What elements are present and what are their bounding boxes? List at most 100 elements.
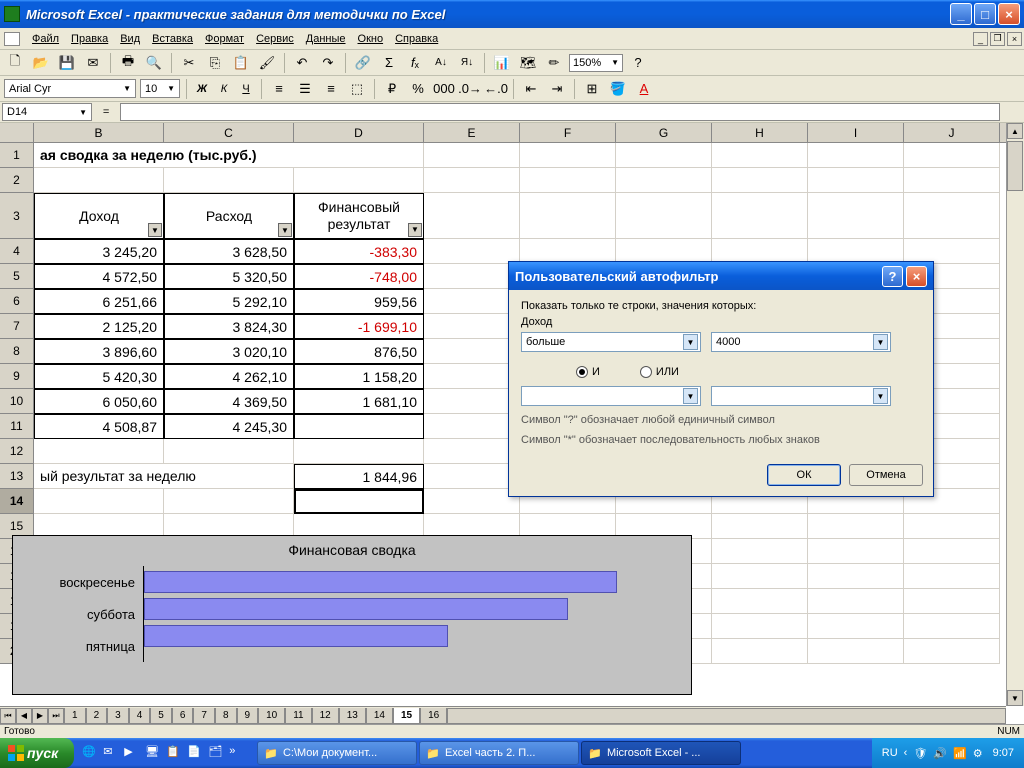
row-header-2[interactable]: 2: [0, 168, 33, 193]
cell-H2[interactable]: [712, 168, 808, 193]
cell-I17[interactable]: [808, 564, 904, 589]
filter-dropdown-D[interactable]: ▼: [408, 223, 422, 237]
cell-C2[interactable]: [164, 168, 294, 193]
chart-embed[interactable]: Финансовая сводка воскресеньесубботапятн…: [12, 535, 692, 695]
filter-dropdown-B[interactable]: ▼: [148, 223, 162, 237]
sheet-tab-13[interactable]: 13: [339, 708, 366, 724]
cell-E14[interactable]: [424, 489, 520, 514]
radio-or[interactable]: ИЛИ: [640, 366, 679, 378]
dialog-help-button[interactable]: ?: [882, 266, 903, 287]
cell-D10[interactable]: 1 681,10: [294, 389, 424, 414]
italic-button[interactable]: К: [215, 83, 233, 95]
sheet-tab-4[interactable]: 4: [129, 708, 151, 724]
cell-C9[interactable]: 4 262,10: [164, 364, 294, 389]
sort-asc-icon[interactable]: А↓: [430, 52, 452, 74]
select-all-corner[interactable]: [0, 123, 34, 142]
row-header-8[interactable]: 8: [0, 339, 33, 364]
col-header-B[interactable]: B: [34, 123, 164, 142]
mdi-close[interactable]: ×: [1007, 32, 1022, 46]
merge-icon[interactable]: ⬚: [346, 78, 368, 100]
col-header-H[interactable]: H: [712, 123, 808, 142]
cell-H1[interactable]: [712, 143, 808, 168]
zoom-combo[interactable]: 150%▼: [569, 54, 623, 72]
cell-D14[interactable]: [294, 489, 424, 514]
cell-C3[interactable]: Расход▼: [164, 193, 294, 239]
col-header-C[interactable]: C: [164, 123, 294, 142]
tab-next-icon[interactable]: ▶: [32, 708, 48, 724]
col-header-E[interactable]: E: [424, 123, 520, 142]
operator1-combo[interactable]: больше▼: [521, 332, 701, 352]
cell-B11[interactable]: 4 508,87: [34, 414, 164, 439]
cell-D13[interactable]: 1 844,96: [294, 464, 424, 489]
mdi-restore[interactable]: ❐: [990, 32, 1005, 46]
cell-F2[interactable]: [520, 168, 616, 193]
cell-C5[interactable]: 5 320,50: [164, 264, 294, 289]
col-header-G[interactable]: G: [616, 123, 712, 142]
row-header-11[interactable]: 11: [0, 414, 33, 439]
align-left-icon[interactable]: ≡: [268, 78, 290, 100]
cell-H19[interactable]: [712, 614, 808, 639]
font-combo[interactable]: Arial Cyr▼: [4, 79, 136, 98]
align-right-icon[interactable]: ≡: [320, 78, 342, 100]
col-header-F[interactable]: F: [520, 123, 616, 142]
menu-format[interactable]: Формат: [199, 31, 250, 47]
dialog-titlebar[interactable]: Пользовательский автофильтр ? ×: [509, 262, 933, 290]
tray-icon-3[interactable]: 📶: [953, 747, 967, 760]
sheet-tab-9[interactable]: 9: [237, 708, 259, 724]
cell-J15[interactable]: [904, 514, 1000, 539]
cell-C10[interactable]: 4 369,50: [164, 389, 294, 414]
close-button[interactable]: ×: [998, 3, 1020, 25]
bold-button[interactable]: Ж: [193, 83, 211, 95]
ql-app1-icon[interactable]: 📋: [166, 745, 182, 761]
sheet-tab-16[interactable]: 16: [420, 708, 447, 724]
cell-C4[interactable]: 3 628,50: [164, 239, 294, 264]
cell-B9[interactable]: 5 420,30: [34, 364, 164, 389]
value2-combo[interactable]: ▼: [711, 386, 891, 406]
cell-H16[interactable]: [712, 539, 808, 564]
cell-H3[interactable]: [712, 193, 808, 239]
menu-file[interactable]: Файл: [26, 31, 65, 47]
cell-I18[interactable]: [808, 589, 904, 614]
name-box[interactable]: D14▼: [2, 103, 92, 121]
tab-prev-icon[interactable]: ◀: [16, 708, 32, 724]
cell-G2[interactable]: [616, 168, 712, 193]
cell-F1[interactable]: [520, 143, 616, 168]
cell-D12[interactable]: [294, 439, 424, 464]
fontsize-combo[interactable]: 10▼: [140, 79, 180, 98]
row-header-5[interactable]: 5: [0, 264, 33, 289]
cell-B4[interactable]: 3 245,20: [34, 239, 164, 264]
cell-J19[interactable]: [904, 614, 1000, 639]
drawing-icon[interactable]: ✏: [543, 52, 565, 74]
cell-E1[interactable]: [424, 143, 520, 168]
cell-C12[interactable]: [164, 439, 294, 464]
menu-edit[interactable]: Правка: [65, 31, 114, 47]
cell-E9[interactable]: [424, 364, 520, 389]
help-icon[interactable]: ?: [627, 52, 649, 74]
cell-J20[interactable]: [904, 639, 1000, 664]
sheet-tab-5[interactable]: 5: [150, 708, 172, 724]
cell-B6[interactable]: 6 251,66: [34, 289, 164, 314]
tray-icon-4[interactable]: ⚙: [973, 747, 983, 760]
underline-button[interactable]: Ч: [237, 83, 255, 95]
cell-B3[interactable]: Доход▼: [34, 193, 164, 239]
cell-D2[interactable]: [294, 168, 424, 193]
ok-button[interactable]: ОК: [767, 464, 841, 486]
ql-more-icon[interactable]: »: [229, 745, 245, 761]
cell-B1[interactable]: ая сводка за неделю (тыс.руб.): [34, 143, 424, 168]
row-header-10[interactable]: 10: [0, 389, 33, 414]
cell-E8[interactable]: [424, 339, 520, 364]
cell-E5[interactable]: [424, 264, 520, 289]
cell-D9[interactable]: 1 158,20: [294, 364, 424, 389]
borders-icon[interactable]: ⊞: [581, 78, 603, 100]
taskbar-task-1[interactable]: 📁Excel часть 2. П...: [419, 741, 579, 765]
cell-B8[interactable]: 3 896,60: [34, 339, 164, 364]
cell-I3[interactable]: [808, 193, 904, 239]
cell-E6[interactable]: [424, 289, 520, 314]
tray-icon-2[interactable]: 🔊: [933, 747, 947, 760]
font-color-icon[interactable]: A: [633, 78, 655, 100]
scroll-down-icon[interactable]: ▼: [1007, 690, 1023, 706]
cell-I2[interactable]: [808, 168, 904, 193]
ql-app3-icon[interactable]: 🗂: [208, 745, 224, 761]
operator2-combo[interactable]: ▼: [521, 386, 701, 406]
cell-C11[interactable]: 4 245,30: [164, 414, 294, 439]
